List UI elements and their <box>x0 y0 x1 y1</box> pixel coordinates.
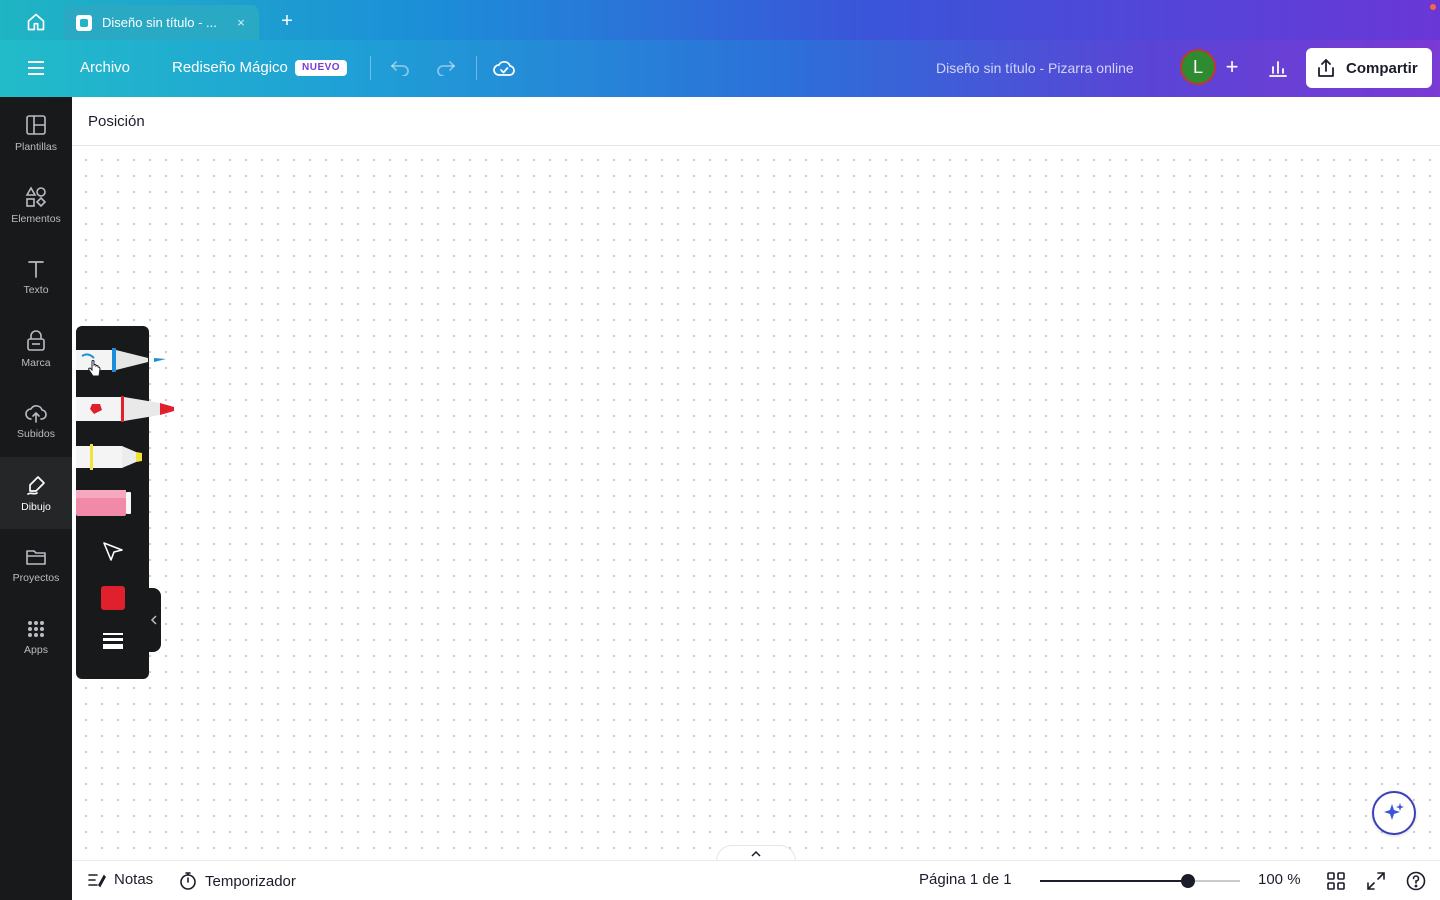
new-tab-button[interactable]: + <box>276 10 298 32</box>
page-indicator[interactable]: Página 1 de 1 <box>919 871 1012 888</box>
position-button[interactable]: Posición <box>88 113 145 130</box>
page-indicator-label: Página 1 de 1 <box>919 871 1012 888</box>
collapse-toolbar-button[interactable] <box>147 588 161 652</box>
magic-assistant-button[interactable] <box>1372 791 1416 835</box>
undo-icon <box>391 61 409 76</box>
chevron-left-icon <box>150 615 157 625</box>
sidebar-item-texto[interactable]: Texto <box>0 241 72 313</box>
canva-favicon-icon <box>76 14 92 31</box>
home-button[interactable] <box>16 10 56 34</box>
stroke-weight-icon[interactable] <box>102 632 124 652</box>
tab-close-icon[interactable]: × <box>231 13 251 33</box>
sidebar-item-label: Apps <box>24 643 48 656</box>
tab-title: Diseño sin título - ... <box>102 15 217 30</box>
browser-tab-strip: Diseño sin título - ... × + <box>0 0 1440 40</box>
user-avatar[interactable]: L <box>1180 49 1216 85</box>
expand-icon <box>1367 872 1385 890</box>
elements-icon <box>25 185 47 207</box>
sidebar-item-label: Dibujo <box>21 500 51 513</box>
hamburger-menu-button[interactable] <box>22 56 50 80</box>
select-arrow-icon[interactable] <box>100 539 126 565</box>
hamburger-icon <box>28 61 44 75</box>
bar-chart-icon <box>1269 61 1287 77</box>
zoom-value: 100 % <box>1258 871 1301 888</box>
magic-redesign-button[interactable]: Rediseño Mágico <box>172 59 288 76</box>
sidebar-item-label: Plantillas <box>14 140 58 153</box>
fullscreen-button[interactable] <box>1365 870 1387 892</box>
sidebar-item-marca[interactable]: Marca <box>0 313 72 385</box>
share-label: Compartir <box>1346 59 1418 77</box>
document-title[interactable]: Diseño sin título - Pizarra online <box>936 60 1134 76</box>
sidebar-item-label: Elementos <box>11 212 61 225</box>
help-button[interactable] <box>1405 870 1427 892</box>
zoom-slider-handle[interactable] <box>1181 874 1195 888</box>
sidebar-item-label: Proyectos <box>12 571 60 584</box>
sidebar-item-label: Marca <box>21 356 51 369</box>
grid-view-icon <box>1327 872 1345 890</box>
new-badge: NUEVO <box>295 60 348 76</box>
sidebar-item-label: Texto <box>23 283 49 296</box>
sidebar-item-elementos[interactable]: Elementos <box>0 169 72 241</box>
timer-button[interactable]: Temporizador <box>179 871 296 891</box>
brand-icon <box>27 329 45 351</box>
editor-header: Archivo Rediseño Mágico NUEVO Diseño sin… <box>0 40 1440 97</box>
add-collaborator-button[interactable]: + <box>1220 56 1244 80</box>
left-sidebar: Plantillas Elementos Texto Marca Subidos… <box>0 97 72 900</box>
notes-button[interactable]: Notas <box>88 871 153 888</box>
sidebar-item-proyectos[interactable]: Proyectos <box>0 529 72 601</box>
eraser-tool-icon[interactable] <box>76 488 136 518</box>
chevron-up-icon <box>751 850 761 857</box>
notes-label: Notas <box>114 871 154 888</box>
cloud-save-status[interactable] <box>492 56 516 80</box>
bottom-bar: Notas Temporizador Página 1 de 1 100 % <box>72 860 1440 900</box>
grid-view-button[interactable] <box>1325 870 1347 892</box>
sidebar-item-dibujo[interactable]: Dibujo <box>0 457 72 529</box>
timer-label: Temporizador <box>205 872 296 890</box>
templates-icon <box>26 114 46 135</box>
redo-icon <box>437 61 455 76</box>
folder-icon <box>26 549 46 565</box>
sidebar-item-label: Subidos <box>17 427 55 440</box>
redo-button[interactable] <box>434 56 458 80</box>
timer-icon <box>180 872 196 890</box>
insights-button[interactable] <box>1266 56 1290 80</box>
upload-cloud-icon <box>25 404 47 423</box>
archivo-menu[interactable]: Archivo <box>80 59 130 76</box>
pages-panel-toggle[interactable] <box>716 845 796 861</box>
help-icon <box>1406 871 1426 891</box>
sidebar-item-subidos[interactable]: Subidos <box>0 385 72 457</box>
header-divider <box>370 56 371 80</box>
undo-button[interactable] <box>388 56 412 80</box>
share-upload-icon <box>1318 59 1334 77</box>
cloud-check-icon <box>493 61 515 76</box>
notification-dot <box>1430 4 1436 10</box>
text-icon <box>28 260 44 278</box>
active-tab[interactable]: Diseño sin título - ... × <box>64 5 259 40</box>
notes-icon <box>88 873 106 887</box>
color-picker-swatch[interactable] <box>101 586 125 610</box>
hand-pointer-cursor-icon <box>88 360 101 377</box>
zoom-slider[interactable] <box>1040 874 1240 888</box>
zoom-slider-fill <box>1040 880 1188 882</box>
draw-toolbar <box>76 326 174 679</box>
whiteboard-canvas[interactable] <box>72 146 1440 859</box>
context-toolbar: Posición <box>72 97 1440 146</box>
sparkle-icon <box>1384 803 1404 820</box>
draw-icon <box>27 475 45 495</box>
zoom-percentage[interactable]: 100 % <box>1258 871 1301 888</box>
header-divider <box>476 56 477 80</box>
highlighter-tool-icon[interactable] <box>76 442 146 472</box>
sidebar-item-plantillas[interactable]: Plantillas <box>0 97 72 169</box>
marker-tool-icon[interactable] <box>76 394 176 424</box>
sidebar-item-apps[interactable]: Apps <box>0 601 72 673</box>
home-icon <box>27 13 45 31</box>
share-button[interactable]: Compartir <box>1306 48 1432 88</box>
apps-grid-icon <box>28 620 44 637</box>
